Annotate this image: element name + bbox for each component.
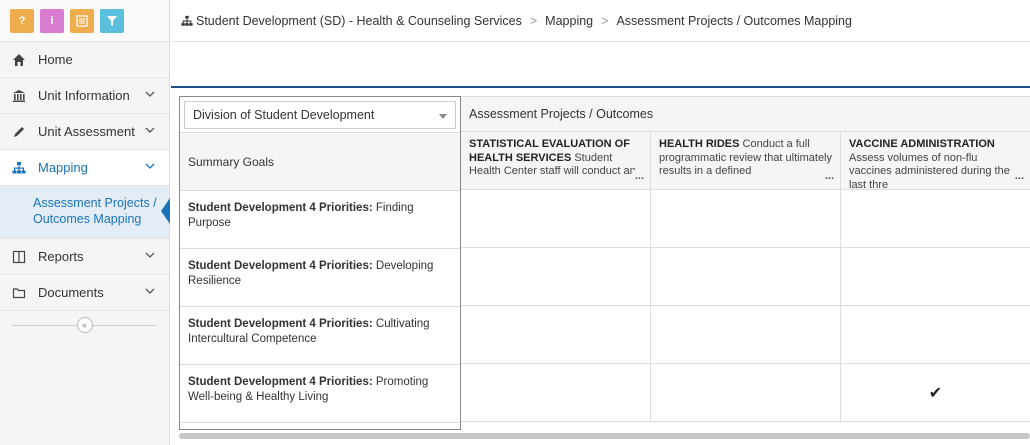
mapping-cell[interactable]	[841, 190, 1030, 247]
breadcrumb-mapping[interactable]: Mapping	[545, 14, 593, 28]
sidebar-subitem-assessment-projects[interactable]: Assessment Projects / Outcomes Mapping	[0, 186, 169, 238]
division-select[interactable]: Division of Student Development	[184, 101, 456, 129]
notes-button[interactable]	[70, 8, 94, 33]
sitemap-icon	[10, 159, 28, 177]
more-icon[interactable]: ...	[631, 169, 644, 183]
sidebar-item-unit-assessment[interactable]: Unit Assessment	[0, 114, 169, 150]
chevron-down-icon	[145, 288, 155, 294]
help-button[interactable]: ?	[10, 8, 34, 33]
breadcrumb-current: Assessment Projects / Outcomes Mapping	[616, 13, 852, 28]
checkmark-icon: ✔	[928, 384, 943, 402]
mapping-row	[461, 248, 1030, 306]
projects-area: Assessment Projects / Outcomes STATISTIC…	[461, 96, 1030, 430]
breadcrumb-separator: >	[529, 13, 538, 28]
summary-goals-header: Summary Goals	[180, 133, 460, 191]
header-band	[171, 42, 1030, 88]
projects-header: Assessment Projects / Outcomes	[461, 96, 1030, 132]
mapping-row: ✔	[461, 364, 1030, 422]
project-title: HEALTH RIDES	[659, 138, 740, 150]
sidebar-item-home[interactable]: Home	[0, 42, 169, 78]
mapping-cell[interactable]	[841, 306, 1030, 363]
project-column-health-rides[interactable]: HEALTH RIDES Conduct a full programmatic…	[651, 132, 841, 189]
mapping-cell[interactable]	[651, 248, 841, 305]
division-select-row: Division of Student Development	[180, 97, 460, 133]
chevron-down-icon	[145, 127, 155, 133]
chevron-down-icon	[145, 163, 155, 169]
goal-prefix: Student Development 4 Priorities:	[188, 376, 373, 388]
sitemap-icon	[181, 15, 193, 26]
sidebar-item-documents[interactable]: Documents	[0, 275, 169, 311]
sidebar-collapse-row: «	[0, 311, 169, 339]
project-desc: Assess volumes of non-flu vaccines admin…	[849, 151, 1010, 190]
filter-button[interactable]	[100, 8, 124, 33]
goal-prefix: Student Development 4 Priorities:	[188, 260, 373, 272]
sidebar-item-reports[interactable]: Reports	[0, 239, 169, 275]
mapping-cell-checked[interactable]: ✔	[841, 364, 1030, 421]
summary-goals-column: Division of Student Development Summary …	[179, 96, 461, 430]
mapping-cell[interactable]	[461, 306, 651, 363]
sidebar-item-label: Home	[38, 52, 73, 67]
mapping-cell[interactable]	[461, 364, 651, 421]
breadcrumb-separator: >	[601, 13, 609, 28]
pencil-icon	[10, 123, 28, 141]
notes-icon	[76, 14, 88, 27]
chevron-down-icon	[145, 91, 155, 97]
goal-row: Student Development 4 Priorities: Promot…	[180, 365, 460, 423]
chevron-down-icon	[145, 252, 155, 258]
columns-icon	[10, 248, 28, 266]
sidebar-item-label: Reports	[38, 249, 84, 264]
mapping-cell[interactable]	[461, 248, 651, 305]
mapping-cell[interactable]	[841, 248, 1030, 305]
sidebar-toolbar: ? i	[0, 0, 169, 42]
sidebar: ? i Home Unit Information Unit Assessmen…	[0, 0, 170, 445]
sidebar-submenu: Assessment Projects / Outcomes Mapping	[0, 186, 170, 239]
mapping-cell[interactable]	[651, 306, 841, 363]
breadcrumb: Student Development (SD) - Health & Coun…	[171, 0, 1030, 42]
project-column-statistical-evaluation[interactable]: STATISTICAL EVALUATION OF HEALTH SERVICE…	[461, 132, 651, 189]
filter-icon	[107, 15, 117, 26]
projects-column-headers: STATISTICAL EVALUATION OF HEALTH SERVICE…	[461, 132, 1030, 190]
project-title: VACCINE ADMINISTRATION	[849, 138, 995, 150]
caret-down-icon	[439, 114, 447, 119]
institution-icon	[10, 87, 28, 105]
double-chevron-left-icon: «	[81, 320, 87, 330]
horizontal-scrollbar[interactable]	[179, 433, 1030, 439]
mapping-row	[461, 190, 1030, 248]
sidebar-item-label: Unit Assessment	[38, 124, 135, 139]
sidebar-item-label: Mapping	[38, 160, 88, 175]
sidebar-item-mapping[interactable]: Mapping	[0, 150, 169, 186]
sidebar-item-unit-information[interactable]: Unit Information	[0, 78, 169, 114]
collapse-sidebar-button[interactable]: «	[76, 317, 93, 333]
mapping-cell[interactable]	[461, 190, 651, 247]
project-column-vaccine-administration[interactable]: VACCINE ADMINISTRATION Assess volumes of…	[841, 132, 1030, 189]
more-icon[interactable]: ...	[1011, 169, 1024, 183]
goal-row: Student Development 4 Priorities: Findin…	[180, 191, 460, 249]
sidebar-item-label: Unit Information	[38, 88, 130, 103]
sidebar-item-label: Documents	[38, 285, 104, 300]
goal-row: Student Development 4 Priorities: Cultiv…	[180, 307, 460, 365]
help-icon: ?	[18, 14, 26, 27]
goal-prefix: Student Development 4 Priorities:	[188, 318, 373, 330]
info-icon: i	[50, 14, 54, 27]
division-select-value: Division of Student Development	[193, 108, 375, 122]
folder-icon	[10, 284, 28, 302]
mapping-cell[interactable]	[651, 364, 841, 421]
home-icon	[10, 51, 28, 69]
goal-prefix: Student Development 4 Priorities:	[188, 202, 373, 214]
more-icon[interactable]: ...	[821, 169, 834, 183]
mapping-cell[interactable]	[651, 190, 841, 247]
mapping-grid: Division of Student Development Summary …	[179, 96, 1030, 430]
goal-row: Student Development 4 Priorities: Develo…	[180, 249, 460, 307]
info-button[interactable]: i	[40, 8, 64, 33]
breadcrumb-root[interactable]: Student Development (SD) - Health & Coun…	[196, 14, 522, 28]
mapping-row	[461, 306, 1030, 364]
